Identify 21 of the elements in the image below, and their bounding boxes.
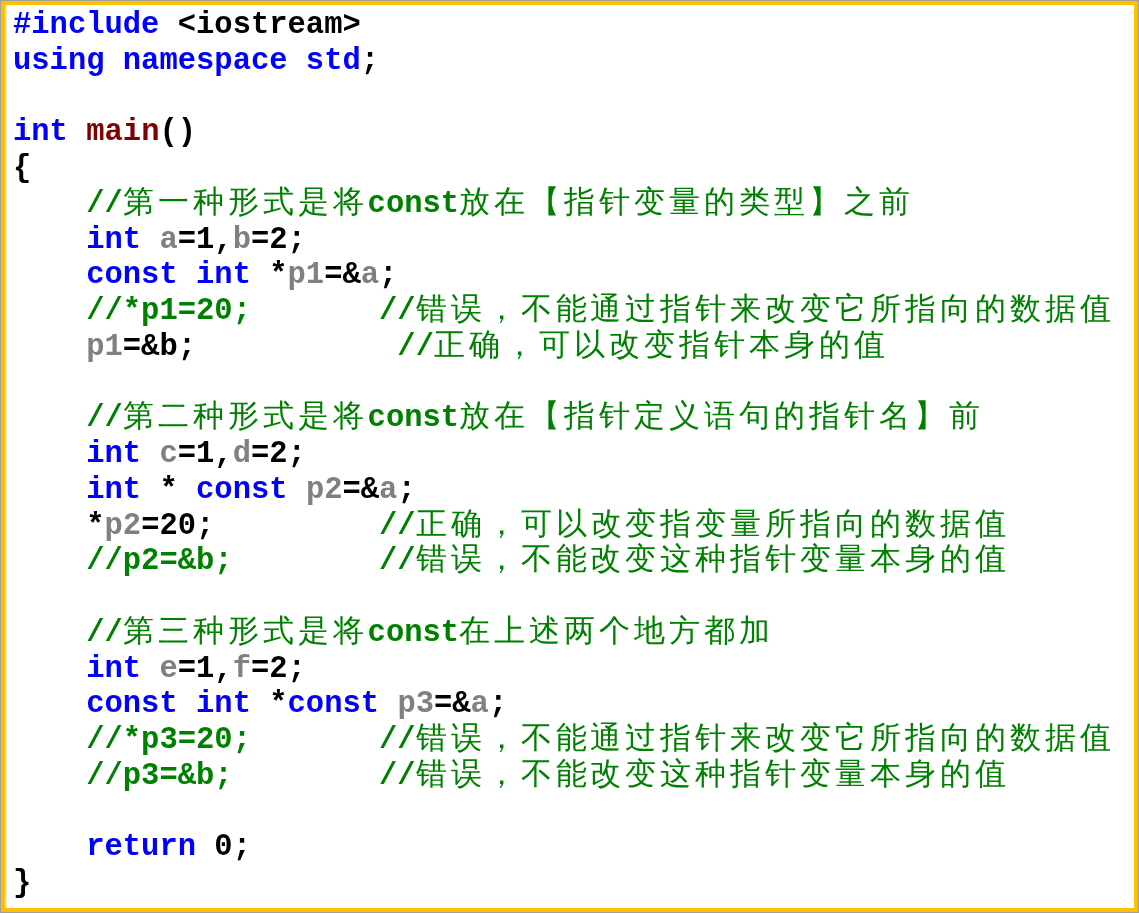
code-line: //第三种形式是将const在上述两个地方都加: [85, 615, 774, 652]
code-line: //p2=&b; //错误，不能改变这种指针变量本身的值: [85, 544, 1011, 580]
code-line: int a=1,b=2;: [85, 222, 306, 259]
code-line: //第二种形式是将const放在【指针定义语句的指针名】前: [85, 401, 984, 437]
code-line: //p3=&b; //错误，不能改变这种指针变量本身的值: [85, 758, 1011, 795]
code-line: //*p1=20; //错误，不能通过指针来改变它所指向的数据值: [85, 294, 1115, 329]
code-line: *p2=20; //正确，可以改变指变量所指向的数据值: [85, 508, 1011, 543]
code-line: int main(): [13, 115, 197, 151]
code-line: //*p3=20; //错误，不能通过指针来改变它所指向的数据值: [85, 723, 1115, 758]
code-line: p1=&b; //正确，可以改变指针本身的值: [85, 329, 889, 366]
code-line: using namespace std;: [13, 43, 380, 80]
code-line: const int *const p3=&a;: [85, 687, 508, 723]
code-line: int e=1,f=2;: [85, 651, 306, 688]
code-line: }: [13, 866, 32, 902]
code-line: #include <iostream>: [13, 8, 361, 44]
code-line: //第一种形式是将const放在【指针变量的类型】之前: [85, 186, 914, 223]
code-line: int * const p2=&a;: [85, 472, 416, 509]
code-line: {: [13, 151, 32, 187]
code-line: const int *p1=&a;: [85, 258, 398, 294]
code-line: return 0;: [85, 830, 251, 866]
code-line: int c=1,d=2;: [85, 437, 306, 473]
